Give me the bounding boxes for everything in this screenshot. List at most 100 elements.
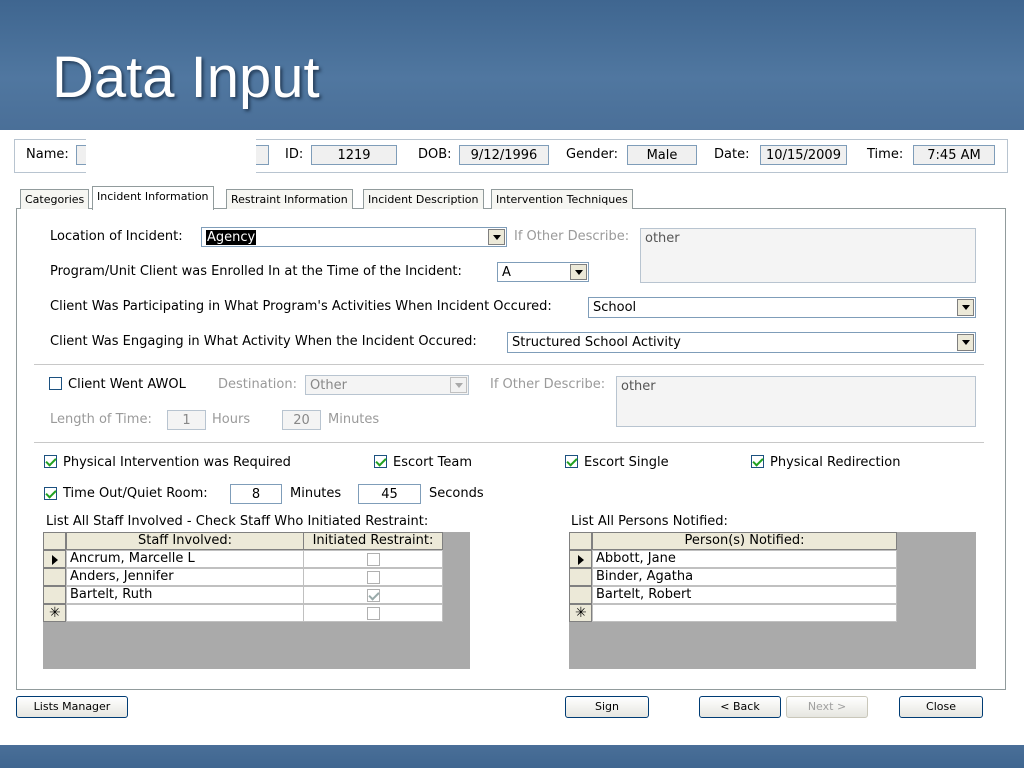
row-selector[interactable]	[569, 568, 592, 586]
length-of-time-label: Length of Time:	[50, 412, 152, 427]
staff-cell[interactable]: Bartelt, Ruth	[66, 586, 304, 604]
hours-field[interactable]: 1	[167, 410, 206, 430]
tab-intervention-techniques[interactable]: Intervention Techniques	[491, 189, 633, 209]
staff-col-header[interactable]: Staff Involved:	[66, 532, 304, 550]
staff-list-label: List All Staff Involved - Check Staff Wh…	[46, 514, 429, 529]
escort-team-checkbox[interactable]	[374, 455, 387, 468]
initiated-cell-new	[303, 604, 443, 622]
row-selector[interactable]	[569, 550, 592, 568]
timeout-minutes-field[interactable]: 8	[230, 484, 282, 504]
current-row-arrow-icon	[578, 555, 584, 565]
program-value: A	[502, 265, 511, 280]
awol-checkbox[interactable]	[49, 377, 62, 390]
participating-label: Client Was Participating in What Program…	[50, 299, 552, 314]
close-button[interactable]: Close	[899, 696, 983, 718]
person-cell[interactable]: Bartelt, Robert	[592, 586, 897, 604]
awol-label: Client Went AWOL	[68, 377, 186, 392]
tab-restraint-information[interactable]: Restraint Information	[226, 189, 353, 209]
divider	[34, 442, 984, 443]
row-selector[interactable]	[569, 586, 592, 604]
new-row-selector[interactable]: ✳	[569, 604, 592, 622]
participating-select[interactable]: School	[588, 297, 976, 318]
initiated-checkbox[interactable]	[367, 589, 380, 602]
engaging-select[interactable]: Structured School Activity	[507, 332, 976, 353]
lists-manager-button[interactable]: Lists Manager	[16, 696, 128, 718]
grid-corner	[569, 532, 592, 550]
physical-intervention-checkbox[interactable]	[44, 455, 57, 468]
row-selector[interactable]	[43, 550, 66, 568]
new-record-icon: ✳	[49, 605, 61, 621]
timeout-seconds-label: Seconds	[429, 486, 484, 501]
initiated-checkbox[interactable]	[367, 553, 380, 566]
tab-incident-information[interactable]: Incident Information	[92, 186, 214, 210]
staff-cell-new[interactable]	[66, 604, 304, 622]
staff-cell[interactable]: Ancrum, Marcelle L	[66, 550, 304, 568]
gender-field[interactable]: Male	[627, 145, 697, 165]
chevron-down-icon[interactable]	[957, 334, 974, 351]
minutes-field[interactable]: 20	[282, 410, 321, 430]
engaging-value: Structured School Activity	[512, 335, 681, 350]
slide-title: Data Input	[52, 45, 320, 110]
name-label: Name:	[26, 147, 69, 162]
hours-label: Hours	[212, 412, 251, 427]
timeout-label: Time Out/Quiet Room:	[63, 486, 208, 501]
redaction-box	[86, 137, 256, 177]
gender-label: Gender:	[566, 147, 619, 162]
notified-list-label: List All Persons Notified:	[571, 514, 728, 529]
physical-redirection-label: Physical Redirection	[770, 455, 901, 470]
chevron-down-icon[interactable]	[488, 229, 505, 245]
timeout-seconds-field[interactable]: 45	[358, 484, 421, 504]
time-field[interactable]: 7:45 AM	[913, 145, 995, 165]
initiated-checkbox[interactable]	[367, 607, 380, 620]
initiated-col-header[interactable]: Initiated Restraint:	[303, 532, 443, 550]
timeout-minutes-label: Minutes	[290, 486, 342, 501]
person-cell[interactable]: Binder, Agatha	[592, 568, 897, 586]
destination-label: Destination:	[218, 377, 297, 392]
physical-redirection-checkbox[interactable]	[751, 455, 764, 468]
physical-intervention-label: Physical Intervention was Required	[63, 455, 291, 470]
tab-incident-description[interactable]: Incident Description	[363, 189, 484, 209]
initiated-cell	[303, 568, 443, 586]
awol-other-textarea[interactable]: other	[616, 376, 976, 427]
destination-select[interactable]: Other	[305, 375, 469, 395]
chevron-down-icon[interactable]	[450, 377, 467, 393]
date-field[interactable]: 10/15/2009	[760, 145, 847, 165]
grid-corner	[43, 532, 66, 550]
location-other-textarea[interactable]: other	[640, 228, 976, 283]
timeout-checkbox[interactable]	[44, 487, 57, 500]
back-button[interactable]: < Back	[699, 696, 781, 718]
person-cell[interactable]: Abbott, Jane	[592, 550, 897, 568]
minutes-label: Minutes	[328, 412, 380, 427]
next-button[interactable]: Next >	[786, 696, 868, 718]
row-selector[interactable]	[43, 586, 66, 604]
dob-field[interactable]: 9/12/1996	[459, 145, 549, 165]
id-label: ID:	[285, 147, 304, 162]
new-record-icon: ✳	[575, 605, 587, 621]
current-row-arrow-icon	[52, 555, 58, 565]
program-label: Program/Unit Client was Enrolled In at t…	[50, 264, 462, 279]
chevron-down-icon[interactable]	[570, 264, 587, 280]
person-col-header[interactable]: Person(s) Notified:	[592, 532, 897, 550]
row-selector[interactable]	[43, 568, 66, 586]
awol-other-label: If Other Describe:	[490, 377, 606, 392]
engaging-label: Client Was Engaging in What Activity Whe…	[50, 334, 477, 349]
participating-value: School	[593, 300, 637, 315]
destination-value: Other	[310, 378, 347, 393]
staff-grid: Staff Involved: Initiated Restraint: Anc…	[43, 532, 470, 669]
escort-single-checkbox[interactable]	[565, 455, 578, 468]
dob-label: DOB:	[418, 147, 452, 162]
new-row-selector[interactable]: ✳	[43, 604, 66, 622]
location-other-label: If Other Describe:	[514, 229, 630, 244]
time-label: Time:	[867, 147, 904, 162]
sign-button[interactable]: Sign	[565, 696, 649, 718]
location-label: Location of Incident:	[50, 229, 183, 244]
tab-categories[interactable]: Categories	[20, 189, 90, 209]
chevron-down-icon[interactable]	[957, 299, 974, 316]
staff-cell[interactable]: Anders, Jennifer	[66, 568, 304, 586]
id-field[interactable]: 1219	[311, 145, 397, 165]
person-cell-new[interactable]	[592, 604, 897, 622]
initiated-checkbox[interactable]	[367, 571, 380, 584]
program-select[interactable]: A	[497, 262, 589, 282]
location-select[interactable]: Agency	[201, 227, 507, 247]
slide-footer-background	[0, 745, 1024, 768]
